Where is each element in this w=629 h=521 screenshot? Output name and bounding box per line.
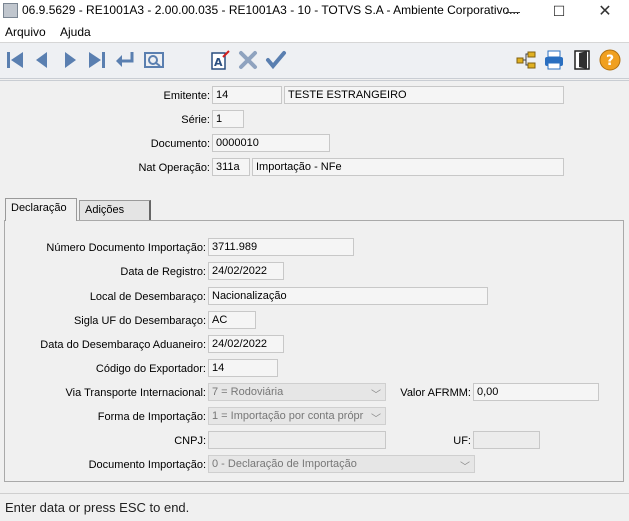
data-registro-label: Data de Registro: xyxy=(120,266,206,278)
last-record-icon[interactable] xyxy=(86,49,108,71)
help-icon[interactable]: ? xyxy=(599,49,621,71)
next-record-icon[interactable] xyxy=(59,49,81,71)
documento-importacao-value: 0 - Declaração de Importação xyxy=(212,458,357,470)
num-doc-importacao-field[interactable]: 3711.989 xyxy=(208,238,354,256)
print-icon[interactable] xyxy=(543,49,565,71)
local-desembaraco-label: Local de Desembaraço: xyxy=(89,291,206,303)
search-icon[interactable] xyxy=(143,49,165,71)
valor-afrmm-field[interactable]: 0,00 xyxy=(473,383,599,401)
menu-ajuda[interactable]: Ajuda xyxy=(60,25,91,39)
data-registro-field[interactable]: 24/02/2022 xyxy=(208,262,284,280)
svg-text:A: A xyxy=(214,56,223,69)
previous-record-icon[interactable] xyxy=(31,49,53,71)
menu-arquivo[interactable]: Arquivo xyxy=(5,25,46,39)
serie-label: Série: xyxy=(181,114,210,126)
uf-label: UF: xyxy=(453,435,471,447)
toolbar: A ? xyxy=(0,43,629,79)
documento-label: Documento: xyxy=(150,138,210,150)
documento-importacao-label: Documento Importação: xyxy=(88,459,206,471)
delete-icon[interactable] xyxy=(237,49,259,71)
data-desembaraco-label: Data do Desembaraço Aduaneiro: xyxy=(40,339,206,351)
app-icon xyxy=(3,3,18,18)
sigla-uf-field[interactable]: AC xyxy=(208,311,256,329)
chevron-down-icon: ﹀ xyxy=(371,414,381,425)
forma-importacao-label: Forma de Importação: xyxy=(97,411,206,423)
nat-operacao-label: Nat Operação: xyxy=(138,162,210,174)
nat-operacao-desc-field: Importação - NFe xyxy=(252,158,564,176)
chevron-down-icon: ﹀ xyxy=(371,390,381,401)
documento-field[interactable]: 0000010 xyxy=(212,134,330,152)
emitente-code-field[interactable]: 14 xyxy=(212,86,282,104)
emitente-label: Emitente: xyxy=(163,90,210,102)
close-button[interactable]: ✕ xyxy=(582,0,628,22)
confirm-icon[interactable] xyxy=(265,49,287,71)
status-bar: Enter data or press ESC to end. xyxy=(0,493,629,521)
uf-field[interactable] xyxy=(473,431,540,449)
menu-bar: Arquivo Ajuda xyxy=(0,22,629,43)
via-transporte-select[interactable]: 7 = Rodoviária ﹀ xyxy=(208,383,386,401)
sigla-uf-label: Sigla UF do Desembaraço: xyxy=(73,315,206,327)
first-record-icon[interactable] xyxy=(4,49,26,71)
tab-declaracao[interactable]: Declaração xyxy=(5,198,77,221)
documento-importacao-select[interactable]: 0 - Declaração de Importação ﹀ xyxy=(208,455,475,473)
emitente-name-field: TESTE ESTRANGEIRO xyxy=(284,86,564,104)
codigo-exportador-field[interactable]: 14 xyxy=(208,359,278,377)
cnpj-label: CNPJ: xyxy=(174,435,206,447)
via-transporte-label: Via Transporte Internacional: xyxy=(65,387,206,399)
data-desembaraco-field[interactable]: 24/02/2022 xyxy=(208,335,284,353)
tab-adicoes[interactable]: Adições xyxy=(79,200,151,220)
cnpj-field[interactable] xyxy=(208,431,386,449)
forma-importacao-value: 1 = Importação por conta própr xyxy=(212,410,364,422)
chevron-down-icon: ﹀ xyxy=(460,462,470,473)
maximize-button[interactable]: ☐ xyxy=(536,0,582,22)
via-transporte-value: 7 = Rodoviária xyxy=(212,386,284,398)
title-bar: 06.9.5629 - RE1001A3 - 2.00.00.035 - RE1… xyxy=(0,0,629,22)
edit-icon[interactable]: A xyxy=(209,49,231,71)
goto-icon[interactable] xyxy=(114,49,136,71)
status-text: Enter data or press ESC to end. xyxy=(5,500,190,515)
num-doc-importacao-label: Número Documento Importação: xyxy=(46,242,206,254)
forma-importacao-select[interactable]: 1 = Importação por conta própr ﹀ xyxy=(208,407,386,425)
nat-operacao-code-field[interactable]: 311a xyxy=(212,158,250,176)
svg-text:?: ? xyxy=(606,53,614,69)
minimize-button[interactable]: — xyxy=(490,0,536,22)
window-title: 06.9.5629 - RE1001A3 - 2.00.00.035 - RE1… xyxy=(22,3,520,17)
serie-field[interactable]: 1 xyxy=(212,110,244,128)
codigo-exportador-label: Código do Exportador: xyxy=(95,363,206,375)
valor-afrmm-label: Valor AFRMM: xyxy=(400,387,471,399)
local-desembaraco-field[interactable]: Nacionalização xyxy=(208,287,488,305)
tree-icon[interactable] xyxy=(515,49,537,71)
exit-icon[interactable] xyxy=(571,49,593,71)
